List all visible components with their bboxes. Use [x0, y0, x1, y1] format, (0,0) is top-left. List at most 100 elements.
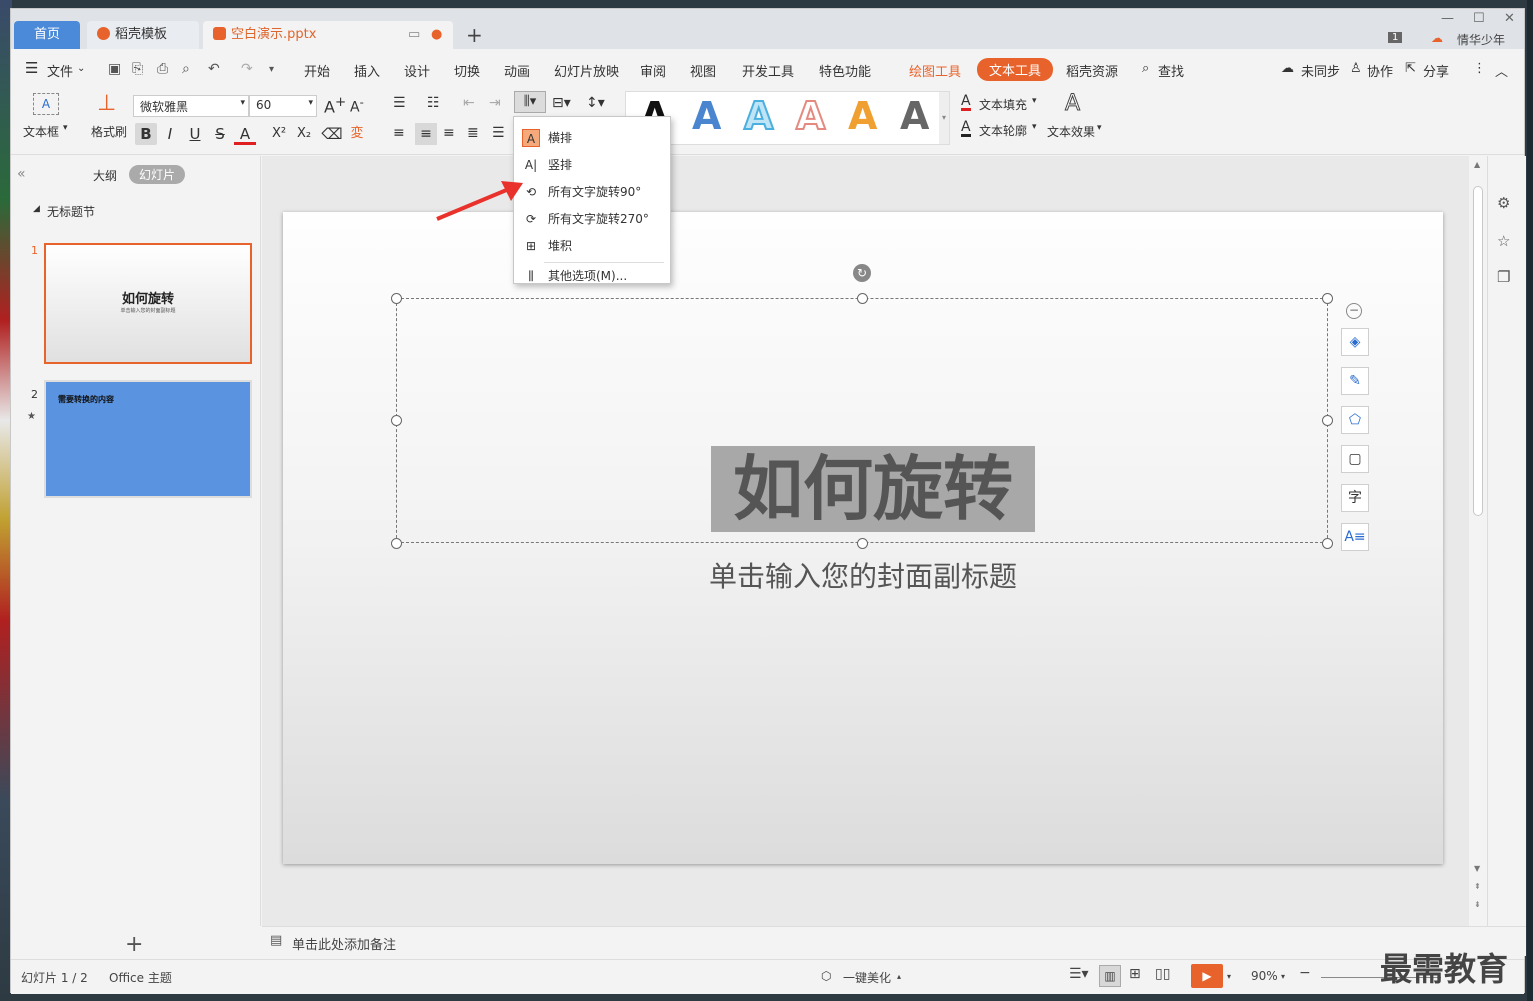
increase-indent-icon[interactable]: ⇥ — [489, 95, 501, 111]
print-preview-icon[interactable]: ⌕ — [182, 61, 190, 77]
slide-subtitle[interactable]: 单击输入您的封面副标题 — [283, 555, 1443, 595]
menu-item-vertical[interactable]: A| 竖排 — [514, 152, 670, 178]
format-painter-button[interactable]: 格式刷 — [91, 123, 127, 140]
scroll-down-icon[interactable]: ▼ — [1474, 864, 1480, 873]
resize-handle-sw[interactable] — [391, 538, 402, 549]
menu-search[interactable]: 查找 — [1158, 61, 1184, 80]
menu-view[interactable]: 视图 — [690, 61, 716, 80]
collapse-panel-icon[interactable]: « — [17, 166, 26, 182]
font-name-select[interactable]: 微软雅黑 ▾ — [133, 95, 249, 117]
tab-slides[interactable]: 幻灯片 — [129, 165, 186, 184]
search-icon[interactable]: ⌕ — [1142, 61, 1149, 76]
menu-item-rotate-90[interactable]: ⟲ 所有文字旋转90° — [514, 179, 670, 205]
menu-design[interactable]: 设计 — [404, 61, 430, 80]
align-left-icon[interactable]: ≡ — [393, 125, 405, 141]
outline-icon[interactable]: ▢ — [1341, 445, 1369, 473]
menu-item-more-options[interactable]: ⫼ 其他选项(M)... — [514, 263, 670, 289]
add-slide-button[interactable]: + — [125, 932, 143, 957]
resize-handle-n[interactable] — [857, 293, 868, 304]
distribute-icon[interactable]: ☰ — [492, 125, 505, 141]
text-style-gray[interactable]: A — [900, 94, 929, 138]
theme-name[interactable]: Office 主题 — [109, 969, 172, 986]
chevron-down-icon[interactable]: ▾ — [1281, 972, 1285, 981]
pen-icon[interactable]: ✎ — [1341, 367, 1369, 395]
user-name[interactable]: 情华少年 — [1457, 31, 1505, 48]
text-fill-icon[interactable]: A — [961, 94, 971, 111]
text-effect-button[interactable]: 文本效果 — [1047, 123, 1095, 140]
menu-text-tools[interactable]: 文本工具 — [977, 58, 1054, 81]
justify-icon[interactable]: ≣ — [467, 125, 479, 141]
chevron-up-icon[interactable]: ▴ — [897, 972, 901, 981]
tab-outline[interactable]: 大纲 — [93, 167, 117, 184]
zoom-out-button[interactable]: − — [1299, 965, 1311, 981]
shrink-font-icon[interactable]: A- — [350, 95, 364, 116]
reading-view-icon[interactable]: ▯▯ — [1155, 966, 1170, 982]
superscript-button[interactable]: X² — [268, 123, 290, 145]
tab-docer-template[interactable]: 稻壳模板 — [87, 21, 199, 49]
subscript-button[interactable]: X₂ — [293, 123, 315, 145]
menu-transition[interactable]: 切换 — [454, 61, 480, 80]
collapse-float-icon[interactable]: − — [1346, 303, 1362, 319]
notes-pane[interactable]: ▤ 单击此处添加备注 — [262, 926, 1526, 956]
text-icon[interactable]: 字 — [1341, 484, 1369, 512]
beautify-icon[interactable]: ⬡ — [821, 969, 831, 983]
layers-icon[interactable]: ◈ — [1341, 328, 1369, 356]
text-style-blue[interactable]: A — [692, 94, 721, 138]
fill-icon[interactable]: ⬠ — [1341, 406, 1369, 434]
save-icon[interactable]: ▣ — [108, 61, 121, 77]
menu-start[interactable]: 开始 — [304, 61, 330, 80]
textbox-icon[interactable]: A — [33, 93, 59, 115]
redo-icon[interactable]: ↷ — [241, 61, 253, 77]
new-tab-button[interactable]: + — [466, 23, 483, 47]
favorite-icon[interactable]: ☆ — [1497, 232, 1510, 250]
menu-features[interactable]: 特色功能 — [819, 61, 871, 80]
menu-share[interactable]: 分享 — [1423, 61, 1449, 80]
copy-icon[interactable]: ❐ — [1497, 268, 1510, 286]
rotate-handle-icon[interactable]: ↻ — [853, 264, 871, 282]
resize-handle-ne[interactable] — [1322, 293, 1333, 304]
next-slide-icon[interactable]: ⇟ — [1474, 900, 1481, 909]
sorter-view-icon[interactable]: ⊞ — [1129, 966, 1141, 982]
resize-handle-e[interactable] — [1322, 415, 1333, 426]
align-text-icon[interactable]: ⊟▾ — [552, 95, 571, 111]
hamburger-icon[interactable]: ☰ — [25, 59, 38, 77]
normal-view-icon[interactable]: ▥ — [1099, 965, 1121, 987]
text-layout-icon[interactable]: A≡ — [1341, 523, 1369, 551]
text-outline-icon[interactable]: A — [961, 120, 971, 137]
menu-insert[interactable]: 插入 — [354, 61, 380, 80]
menu-docer-resources[interactable]: 稻壳资源 — [1066, 61, 1118, 80]
monitor-icon[interactable]: ▭ — [408, 21, 420, 49]
numbered-list-icon[interactable]: ☷ — [427, 95, 440, 111]
maximize-button[interactable]: ☐ — [1473, 11, 1485, 26]
clear-format-icon[interactable]: ⌫ — [321, 123, 343, 145]
notes-toggle-icon[interactable]: ☰▾ — [1069, 966, 1089, 982]
properties-icon[interactable]: ⚙ — [1497, 194, 1510, 212]
align-center-icon[interactable]: ≡ — [415, 123, 437, 145]
underline-button[interactable]: U — [184, 123, 206, 145]
font-size-select[interactable]: 60 ▾ — [249, 95, 317, 117]
slide-thumbnail-2[interactable]: 需要转换的内容 — [44, 380, 252, 498]
menu-drawing-tools[interactable]: 绘图工具 — [909, 61, 961, 80]
menu-unsynced[interactable]: 未同步 — [1301, 61, 1340, 80]
phonetic-guide-icon[interactable]: 変 — [346, 123, 368, 145]
strikethrough-button[interactable]: S — [209, 123, 231, 145]
collapse-ribbon-icon[interactable]: ︿ — [1495, 61, 1508, 80]
scroll-up-icon[interactable]: ▲ — [1474, 160, 1480, 169]
chevron-down-icon[interactable]: ▾ — [1032, 122, 1037, 132]
minimize-button[interactable]: — — [1441, 11, 1454, 26]
decrease-indent-icon[interactable]: ⇤ — [463, 95, 475, 111]
export-icon[interactable]: ⎘ — [132, 61, 143, 77]
text-fill-button[interactable]: 文本填充 — [979, 96, 1027, 113]
sync-icon[interactable]: ☁ — [1281, 61, 1294, 76]
font-color-icon[interactable]: A — [234, 123, 256, 145]
menu-file[interactable]: 文件 — [47, 61, 73, 80]
menu-item-stacked[interactable]: ⊞ 堆积 — [514, 233, 670, 259]
vertical-scrollbar[interactable]: ▲ ▼ ⇞ ⇟ — [1469, 156, 1487, 926]
tab-home[interactable]: 首页 — [14, 21, 80, 49]
menu-slideshow[interactable]: 幻灯片放映 — [554, 61, 619, 80]
menu-item-horizontal[interactable]: A 横排 — [514, 125, 670, 151]
play-slideshow-button[interactable]: ▶ — [1191, 964, 1223, 988]
undo-icon[interactable]: ↶ — [208, 61, 220, 77]
menu-developer[interactable]: 开发工具 — [742, 61, 794, 80]
collab-icon[interactable]: ♙ — [1350, 61, 1362, 76]
